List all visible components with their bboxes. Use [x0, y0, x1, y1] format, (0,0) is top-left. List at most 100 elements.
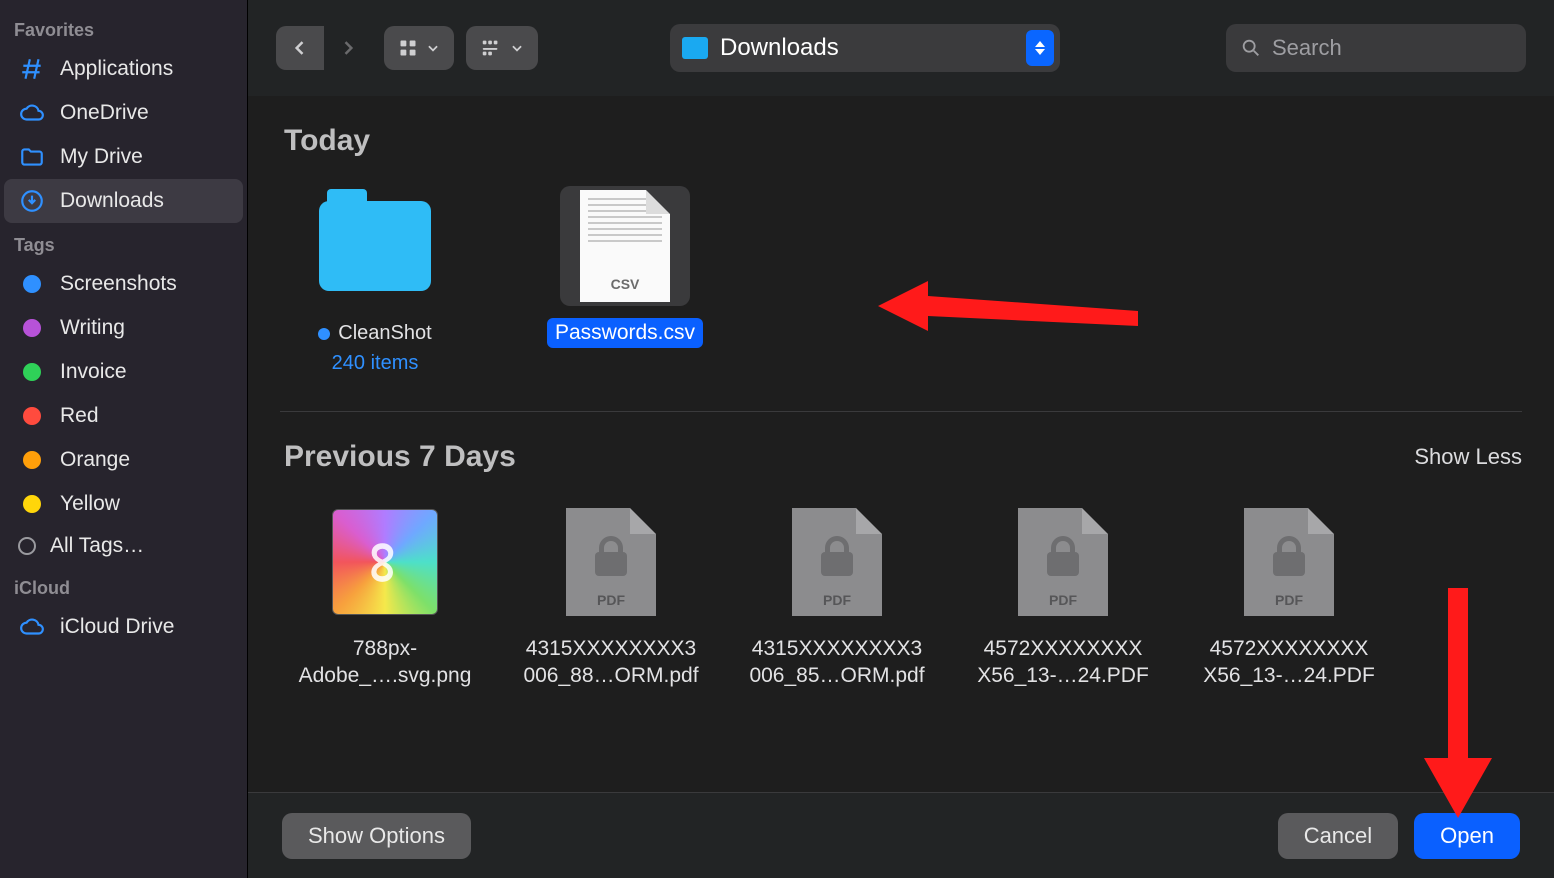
file-item-pdf[interactable]: PDF 4315XXXXXXXX3006_85…ORM.pdf: [732, 502, 942, 691]
sidebar-item-label: OneDrive: [60, 101, 149, 125]
file-label: 788px-Adobe_….svg.png: [291, 634, 480, 691]
file-thumbnail: CSV: [560, 186, 690, 306]
group-header-prev7: Previous 7 Days Show Less: [280, 412, 1522, 482]
cloud-icon: [18, 613, 46, 641]
main-pane: Downloads Search Today: [248, 0, 1554, 878]
current-folder-label: Downloads: [720, 34, 839, 62]
file-item-pdf[interactable]: PDF 4572XXXXXXXXX56_13-…24.PDF: [1184, 502, 1394, 691]
sidebar-item-label: Invoice: [60, 360, 127, 384]
group-today-items: CleanShot 240 items CSV Passwords.csv: [280, 166, 1522, 383]
sidebar-item-downloads[interactable]: Downloads: [4, 179, 243, 223]
file-label: CleanShot: [310, 318, 439, 348]
sidebar-item-label: My Drive: [60, 145, 143, 169]
locked-pdf-icon: PDF: [1244, 508, 1334, 616]
chevron-down-icon: [510, 41, 524, 55]
search-placeholder: Search: [1272, 35, 1342, 61]
sidebar-section-icloud-title: iCloud: [0, 566, 247, 605]
file-item-pdf[interactable]: PDF 4572XXXXXXXXX56_13-…24.PDF: [958, 502, 1168, 691]
sidebar-item-label: iCloud Drive: [60, 615, 174, 639]
group-header-today: Today: [280, 96, 1522, 166]
sidebar-item-label: Screenshots: [60, 272, 177, 296]
file-label: 4572XXXXXXXXX56_13-…24.PDF: [969, 634, 1157, 691]
file-thumbnail: PDF: [546, 502, 676, 622]
csv-file-icon: CSV: [580, 190, 670, 302]
sidebar-item-icloud-drive[interactable]: iCloud Drive: [4, 605, 243, 649]
locked-pdf-icon: PDF: [566, 508, 656, 616]
sidebar-item-label: Red: [60, 404, 99, 428]
sidebar-item-label: Yellow: [60, 492, 120, 516]
adobe-cc-icon: ∞: [332, 509, 438, 615]
sidebar-item-onedrive[interactable]: OneDrive: [4, 91, 243, 135]
sidebar-tag-yellow[interactable]: Yellow: [4, 482, 243, 526]
all-tags-icon: [18, 537, 36, 555]
file-item-image[interactable]: ∞ 788px-Adobe_….svg.png: [280, 502, 490, 691]
sidebar-item-mydrive[interactable]: My Drive: [4, 135, 243, 179]
nav-forward-button[interactable]: [324, 26, 372, 70]
file-label: Passwords.csv: [547, 318, 703, 348]
sidebar-item-label: All Tags…: [50, 534, 144, 558]
apps-icon: [18, 55, 46, 83]
sidebar-all-tags[interactable]: All Tags…: [4, 526, 243, 566]
search-icon: [1240, 37, 1262, 59]
folder-thumbnail: [310, 186, 440, 306]
dialog-footer: Show Options Cancel Open: [248, 792, 1554, 878]
toolbar: Downloads Search: [248, 0, 1554, 96]
file-label: 4315XXXXXXXX3006_85…ORM.pdf: [741, 634, 932, 691]
tag-dot-icon: [18, 314, 46, 342]
nav-group: [276, 26, 372, 70]
sidebar-section-favorites-title: Favorites: [0, 8, 247, 47]
sidebar-section-tags-title: Tags: [0, 223, 247, 262]
current-folder-dropdown[interactable]: Downloads: [670, 24, 1060, 72]
file-label: 4572XXXXXXXXX56_13-…24.PDF: [1195, 634, 1383, 691]
show-options-button[interactable]: Show Options: [282, 813, 471, 859]
sidebar-tag-red[interactable]: Red: [4, 394, 243, 438]
cloud-icon: [18, 99, 46, 127]
sidebar-tag-orange[interactable]: Orange: [4, 438, 243, 482]
download-icon: [18, 187, 46, 215]
sidebar: Favorites Applications OneDrive My Drive…: [0, 0, 248, 878]
folder-glyph-icon: [319, 201, 431, 291]
group-by-button[interactable]: [466, 26, 538, 70]
grid-icon: [398, 38, 418, 58]
cancel-button[interactable]: Cancel: [1278, 813, 1398, 859]
tag-dot-icon: [18, 402, 46, 430]
group-icon: [480, 37, 502, 59]
tag-dot-icon: [18, 490, 46, 518]
tag-dot-icon: [18, 446, 46, 474]
sidebar-item-label: Applications: [60, 57, 173, 81]
folder-icon: [18, 143, 46, 171]
file-thumbnail: ∞: [320, 502, 450, 622]
sidebar-tag-invoice[interactable]: Invoice: [4, 350, 243, 394]
open-button[interactable]: Open: [1414, 813, 1520, 859]
sidebar-tag-screenshots[interactable]: Screenshots: [4, 262, 243, 306]
updown-icon: [1026, 30, 1054, 66]
file-label: 4315XXXXXXXX3006_88…ORM.pdf: [515, 634, 706, 691]
nav-back-button[interactable]: [276, 26, 324, 70]
sidebar-item-label: Writing: [60, 316, 125, 340]
sidebar-item-applications[interactable]: Applications: [4, 47, 243, 91]
group-title: Previous 7 Days: [284, 440, 516, 474]
group-title: Today: [284, 124, 370, 158]
chevron-down-icon: [426, 41, 440, 55]
sidebar-tag-writing[interactable]: Writing: [4, 306, 243, 350]
sidebar-item-label: Downloads: [60, 189, 164, 213]
locked-pdf-icon: PDF: [792, 508, 882, 616]
file-thumbnail: PDF: [1224, 502, 1354, 622]
sidebar-item-label: Orange: [60, 448, 130, 472]
file-thumbnail: PDF: [998, 502, 1128, 622]
file-item-csv[interactable]: CSV Passwords.csv: [530, 186, 720, 375]
show-less-button[interactable]: Show Less: [1414, 444, 1522, 470]
file-item-pdf[interactable]: PDF 4315XXXXXXXX3006_88…ORM.pdf: [506, 502, 716, 691]
file-browser-content: Today CleanShot 240 items: [248, 96, 1554, 792]
file-sublabel: 240 items: [332, 352, 419, 375]
search-input[interactable]: Search: [1226, 24, 1526, 72]
file-item-folder[interactable]: CleanShot 240 items: [280, 186, 470, 375]
chevron-left-icon: [290, 38, 310, 58]
locked-pdf-icon: PDF: [1018, 508, 1108, 616]
group-prev7-items: ∞ 788px-Adobe_….svg.png PDF 4315XXXXXXXX…: [280, 482, 1522, 699]
view-icon-mode-button[interactable]: [384, 26, 454, 70]
file-thumbnail: PDF: [772, 502, 902, 622]
tag-dot-icon: [18, 270, 46, 298]
tag-dot-icon: [18, 358, 46, 386]
folder-icon: [682, 37, 708, 59]
